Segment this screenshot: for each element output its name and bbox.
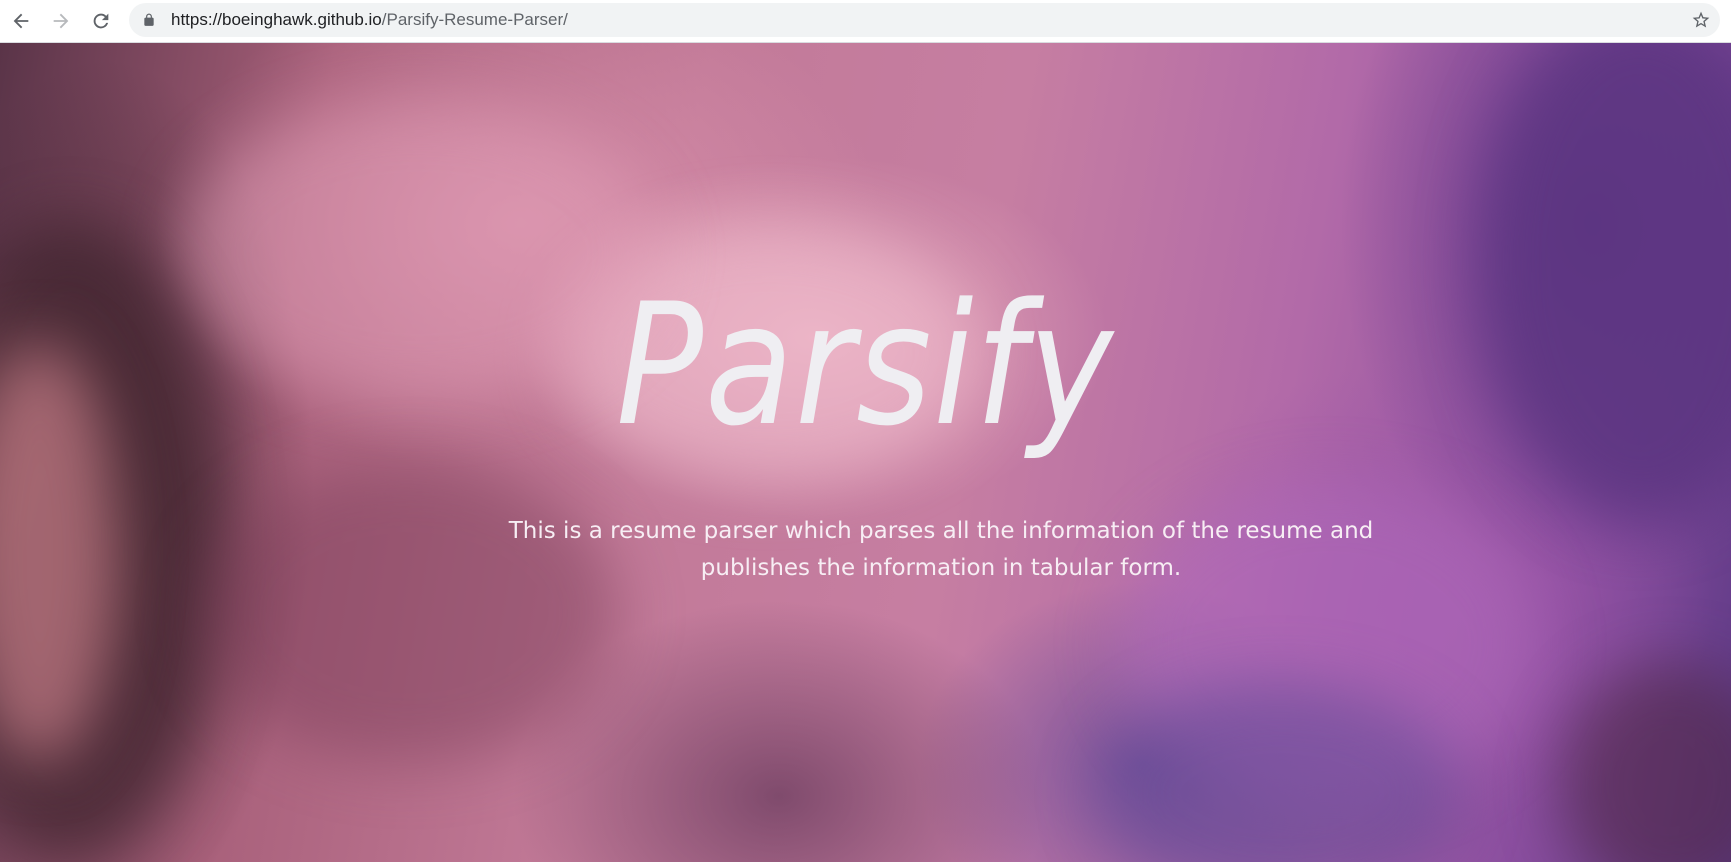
url-path: /Parsify-Resume-Parser/ (381, 10, 568, 29)
browser-toolbar: https://boeinghawk.github.io/Parsify-Res… (0, 0, 1731, 43)
back-button[interactable] (6, 6, 36, 36)
reload-icon (93, 13, 109, 29)
hero-section: Parsify This is a resume parser which pa… (0, 43, 1731, 862)
back-arrow-icon (13, 13, 29, 29)
star-icon (1692, 11, 1710, 28)
cloud-shadow (1560, 663, 1731, 862)
lock-icon (144, 13, 154, 26)
url-text[interactable]: https://boeinghawk.github.io/Parsify-Res… (171, 3, 568, 37)
reload-button[interactable] (86, 6, 116, 36)
page-title: Parsify (616, 267, 1115, 463)
page-subtitle: This is a resume parser which parses all… (508, 518, 1374, 581)
bookmark-star-button[interactable] (1690, 9, 1712, 31)
address-bar[interactable]: https://boeinghawk.github.io/Parsify-Res… (129, 3, 1720, 37)
forward-button[interactable] (46, 6, 76, 36)
url-host: https://boeinghawk.github.io (171, 10, 382, 29)
cloud-shadow (200, 463, 620, 763)
forward-arrow-icon (53, 13, 69, 29)
